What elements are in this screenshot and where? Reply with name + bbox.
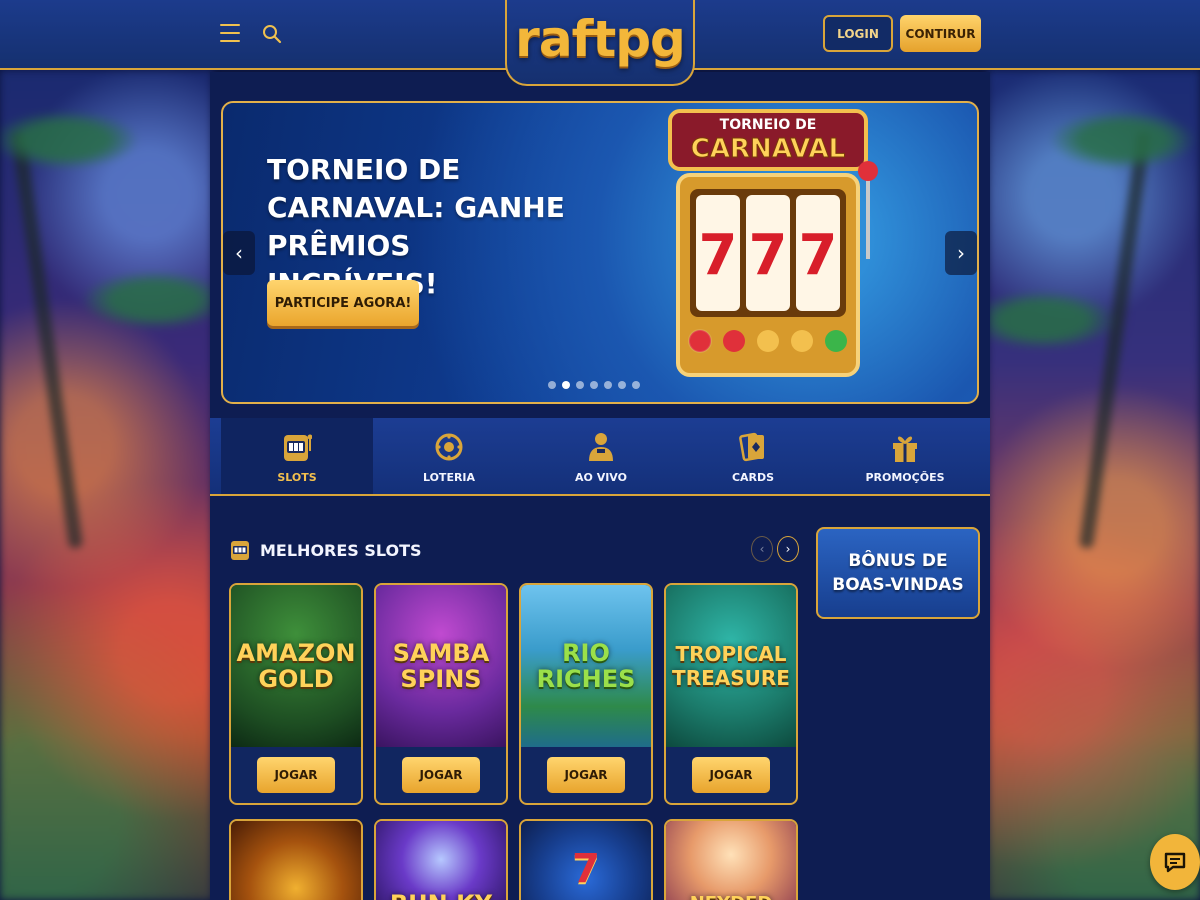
game-card[interactable]: BUN KY (374, 819, 508, 900)
game-card[interactable]: AMAZON GOLD JOGAR (229, 583, 363, 805)
game-card[interactable] (229, 819, 363, 900)
logo-text: raftpg (515, 10, 686, 68)
tab-label: PROMOÇÕES (865, 470, 945, 484)
tab-ao-vivo[interactable]: AO VIVO (525, 418, 677, 494)
game-thumbnail[interactable]: NEYDED (666, 821, 796, 900)
tab-loteria[interactable]: LOTERIA (373, 418, 525, 494)
game-name-line-1: RIO (562, 639, 610, 667)
cards-icon (739, 432, 764, 461)
slot-machine-icon (284, 434, 312, 461)
gift-icon (893, 436, 917, 462)
carousel-dot[interactable] (562, 381, 570, 389)
top-header: raftpg LOGIN CONTIRUR (0, 0, 1200, 86)
game-thumbnail[interactable] (231, 821, 361, 900)
machine-sign-main: CARNAVAL (691, 134, 845, 164)
welcome-bonus-banner[interactable]: BÔNUS DE BOAS-VINDAS (816, 527, 980, 619)
tab-promocoes[interactable]: PROMOÇÕES (829, 418, 981, 494)
game-name-line-2: GOLD (258, 665, 334, 693)
tab-label: SLOTS (277, 470, 317, 484)
game-name-line-1: SAMBA (392, 639, 490, 667)
reel-3-symbol: 7 (799, 223, 838, 288)
carousel-dot[interactable] (604, 381, 612, 389)
search-icon[interactable] (262, 24, 282, 44)
hero-prev-arrow[interactable]: ‹ (223, 231, 255, 275)
game-card[interactable]: TROPICAL TREASURE JOGAR (664, 583, 798, 805)
game-thumbnail[interactable]: BUN KY (376, 821, 506, 900)
carousel-dot[interactable] (548, 381, 556, 389)
carousel-dot[interactable] (576, 381, 584, 389)
bonus-line-1: BÔNUS DE (848, 551, 948, 571)
carousel-dot[interactable] (590, 381, 598, 389)
game-name-line-2: RICHES (536, 665, 636, 693)
chat-button[interactable] (1150, 834, 1200, 890)
slot-machine-icon (231, 541, 249, 560)
game-name-line-2: TREASURE (672, 666, 790, 690)
category-tabs: SLOTS LOTERIA AO VIVO CARDS PROMOÇÕES (210, 418, 990, 496)
slot-machine-illustration: TORNEIO DE CARNAVAL 7 7 7 (668, 109, 878, 377)
game-thumbnail[interactable]: RIO RICHES (521, 585, 651, 747)
game-thumbnail[interactable]: TROPICAL TREASURE (666, 585, 796, 747)
game-name: 7 (572, 846, 600, 892)
lottery-ball-icon (435, 433, 463, 460)
game-thumbnail[interactable]: 7 (521, 821, 651, 900)
slots-nav: ‹ › (751, 536, 799, 562)
game-name-line-1: AMAZON (236, 639, 356, 667)
live-dealer-icon (589, 432, 613, 461)
game-name: BUN KY (386, 891, 496, 900)
section-title-text: MELHORES SLOTS (260, 540, 422, 560)
tab-label: CARDS (731, 470, 775, 484)
game-card[interactable]: RIO RICHES JOGAR (519, 583, 653, 805)
reel-2-symbol: 7 (749, 223, 788, 288)
hero-next-arrow[interactable]: › (945, 231, 977, 275)
tab-slots[interactable]: SLOTS (221, 418, 373, 494)
game-thumbnail[interactable]: SAMBA SPINS (376, 585, 506, 747)
menu-icon[interactable] (220, 24, 240, 42)
bonus-line-2: BOAS-VINDAS (832, 575, 964, 595)
chevron-right-icon[interactable]: › (777, 536, 799, 562)
chat-icon (1164, 852, 1186, 873)
game-name: NEYDED (686, 891, 777, 900)
carousel-dots (548, 381, 640, 389)
game-thumbnail[interactable]: AMAZON GOLD (231, 585, 361, 747)
game-name-line-1: TROPICAL (675, 642, 787, 666)
tab-label: LOTERIA (422, 470, 476, 484)
signup-button[interactable]: CONTIRUR (900, 15, 981, 52)
background-right-decoration (988, 70, 1200, 900)
play-button[interactable]: JOGAR (402, 757, 480, 793)
best-slots-heading: MELHORES SLOTS (230, 538, 422, 562)
play-button[interactable]: JOGAR (257, 757, 335, 793)
login-button[interactable]: LOGIN (823, 15, 893, 52)
machine-sign-top: TORNEIO DE (720, 117, 817, 133)
background-left-decoration (0, 70, 212, 900)
carousel-dot[interactable] (632, 381, 640, 389)
game-name-line-2: SPINS (400, 665, 482, 693)
join-now-button[interactable]: PARTICIPE AGORA! (267, 280, 419, 326)
chevron-left-icon[interactable]: ‹ (751, 536, 773, 562)
main-content: TORNEIO DE CARNAVAL: GANHE PRÊMIOS INCRÍ… (210, 72, 990, 900)
game-card[interactable]: NEYDED (664, 819, 798, 900)
game-card[interactable]: SAMBA SPINS JOGAR (374, 583, 508, 805)
reel-1-symbol: 7 (699, 223, 738, 288)
carousel-dot[interactable] (618, 381, 626, 389)
logo[interactable]: raftpg (505, 0, 695, 86)
play-button[interactable]: JOGAR (547, 757, 625, 793)
hero-banner[interactable]: TORNEIO DE CARNAVAL: GANHE PRÊMIOS INCRÍ… (221, 101, 979, 404)
play-button[interactable]: JOGAR (692, 757, 770, 793)
tab-cards[interactable]: CARDS (677, 418, 829, 494)
game-card[interactable]: 7 (519, 819, 653, 900)
tab-label: AO VIVO (575, 470, 627, 484)
